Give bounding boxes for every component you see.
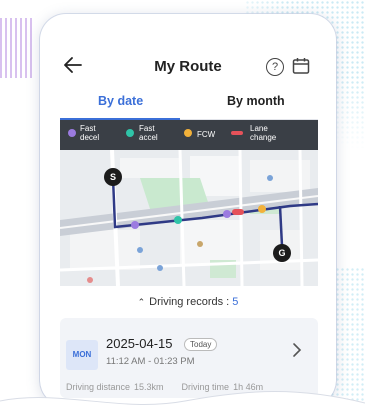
today-badge: Today — [184, 338, 218, 351]
legend-fcw: FCW — [197, 130, 216, 139]
header-bar: My Route ? — [40, 54, 336, 82]
records-count: 5 — [232, 296, 239, 308]
legend-lane-change: Lane change — [250, 124, 277, 142]
tab-by-month[interactable]: By month — [227, 94, 285, 108]
record-date: 2025-04-15 — [106, 336, 173, 351]
calendar-icon[interactable] — [292, 57, 310, 80]
start-marker[interactable]: S — [104, 168, 122, 186]
decorative-wave — [0, 391, 365, 417]
tab-bar: By date By month — [40, 94, 336, 118]
fast-decel-dot — [68, 129, 76, 137]
goal-marker[interactable]: G — [273, 244, 291, 262]
legend-fast-decel: Fast decel — [80, 124, 100, 142]
app-screen: My Route ? By date By month Fast decel F… — [40, 14, 336, 406]
help-icon[interactable]: ? — [266, 58, 284, 76]
lane-change-dash — [231, 131, 243, 135]
legend-fast-accel: Fast accel — [139, 124, 158, 142]
record-time-range: 11:12 AM - 01:23 PM — [106, 356, 195, 367]
day-badge: MON — [66, 340, 98, 370]
records-label: Driving records : — [149, 296, 233, 308]
fcw-dot — [184, 129, 192, 137]
driving-records-toggle[interactable]: ⌃ Driving records : 5 — [40, 296, 336, 308]
decorative-stripes-left — [0, 18, 32, 78]
tab-by-date[interactable]: By date — [98, 94, 143, 108]
fast-accel-dot — [126, 129, 134, 137]
chevron-right-icon[interactable] — [292, 342, 302, 363]
route-map[interactable]: Fast decel Fast accel FCW Lane change S … — [60, 120, 318, 286]
chevron-up-icon: ⌃ — [137, 297, 146, 307]
event-legend: Fast decel Fast accel FCW Lane change — [60, 120, 318, 150]
